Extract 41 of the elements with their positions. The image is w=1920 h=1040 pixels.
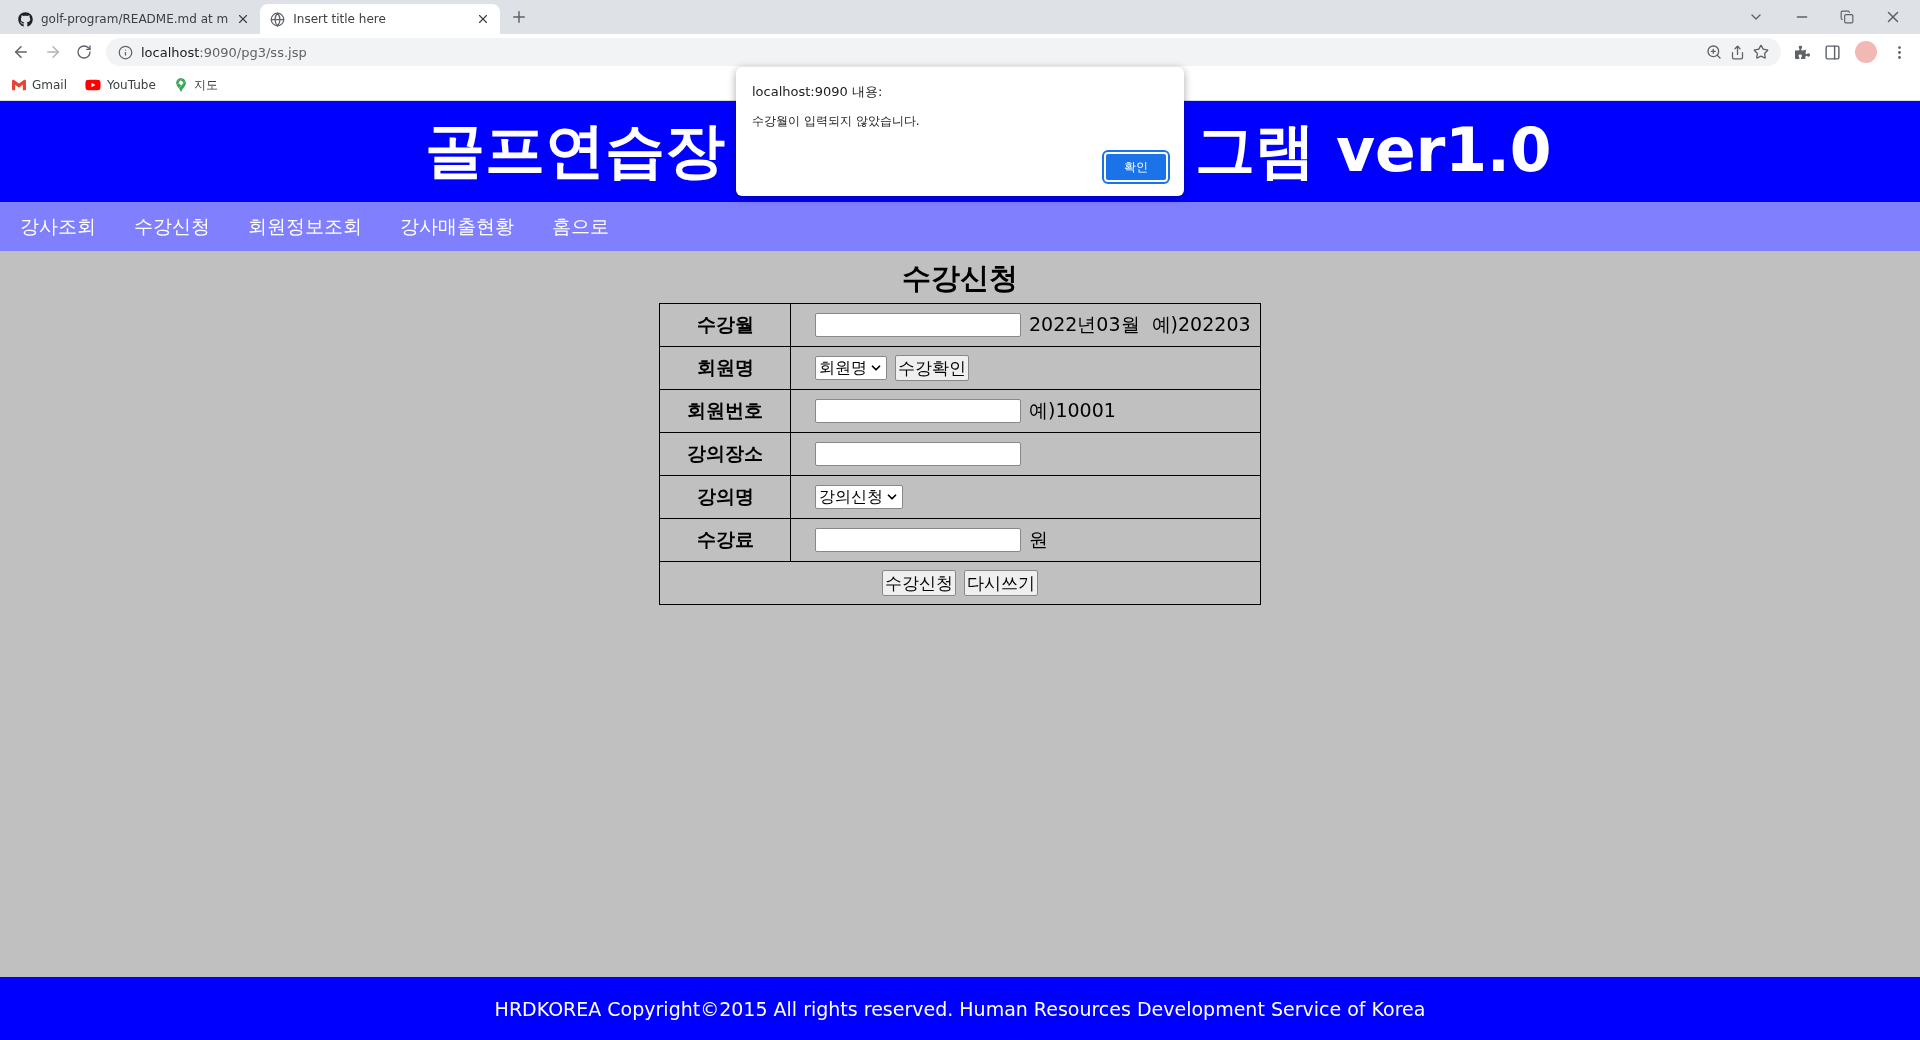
mail-icon [12,78,26,92]
restore-icon[interactable] [1840,8,1854,26]
browser-tab[interactable]: Insert title here [260,4,501,34]
field-label: 강의장소 [659,432,791,476]
site-title: 골프연습장 [425,114,725,187]
reload-icon[interactable] [76,44,92,60]
course-select[interactable]: 강의신청 [815,485,903,509]
ok-button[interactable]: 확인 [1104,152,1168,182]
browser-tab[interactable]: golf-program/README.md at m [8,4,261,34]
copyright-text: HRDKOREA Copyright©2015 All rights reserved. Human Resources Development Service of Korea [494,997,1426,1020]
field-label: 회원명 [659,346,791,390]
play-icon [85,77,101,93]
address-bar[interactable]: localhost:9090/pg3/ss.jsp [106,38,1781,66]
text-field[interactable] [815,442,1021,466]
map-pin-icon [173,78,188,92]
field-label: 강의명 [659,475,791,519]
cat-logo-icon [18,11,33,27]
text-field[interactable] [815,528,1021,552]
check-button[interactable]: 수강확인 [895,355,969,381]
field-hint: 2022년03월 예)202203 [1029,312,1251,337]
form-heading: 수강신청 [902,260,1018,297]
side-panel-icon[interactable] [1824,43,1841,61]
field-label: 회원번호 [659,389,791,433]
globe-icon [270,11,286,27]
field-label: 수강월 [659,303,791,347]
site-title: 그램 ver1.0 [1195,114,1552,187]
form-button[interactable]: 수강신청 [882,570,956,596]
member-select[interactable]: 회원명 [815,356,887,380]
back-icon[interactable] [12,43,30,61]
field-label: 수강료 [659,518,791,562]
text-field[interactable] [815,313,1021,337]
bookmark-link[interactable]: YouTube [85,77,156,93]
bookmark-link[interactable]: 지도 [173,76,218,94]
puzzle-icon[interactable] [1795,44,1810,60]
dialog-message: 수강월이 입력되지 않았습니다. [752,113,921,130]
bookmark-link[interactable]: Gmail [12,78,67,92]
field-hint: 원 [1029,527,1048,552]
form-button[interactable]: 다시쓰기 [964,570,1038,596]
field-hint: 예)10001 [1029,398,1116,423]
dialog-title: localhost:9090 내용: [752,83,884,101]
text-field[interactable] [815,399,1021,423]
